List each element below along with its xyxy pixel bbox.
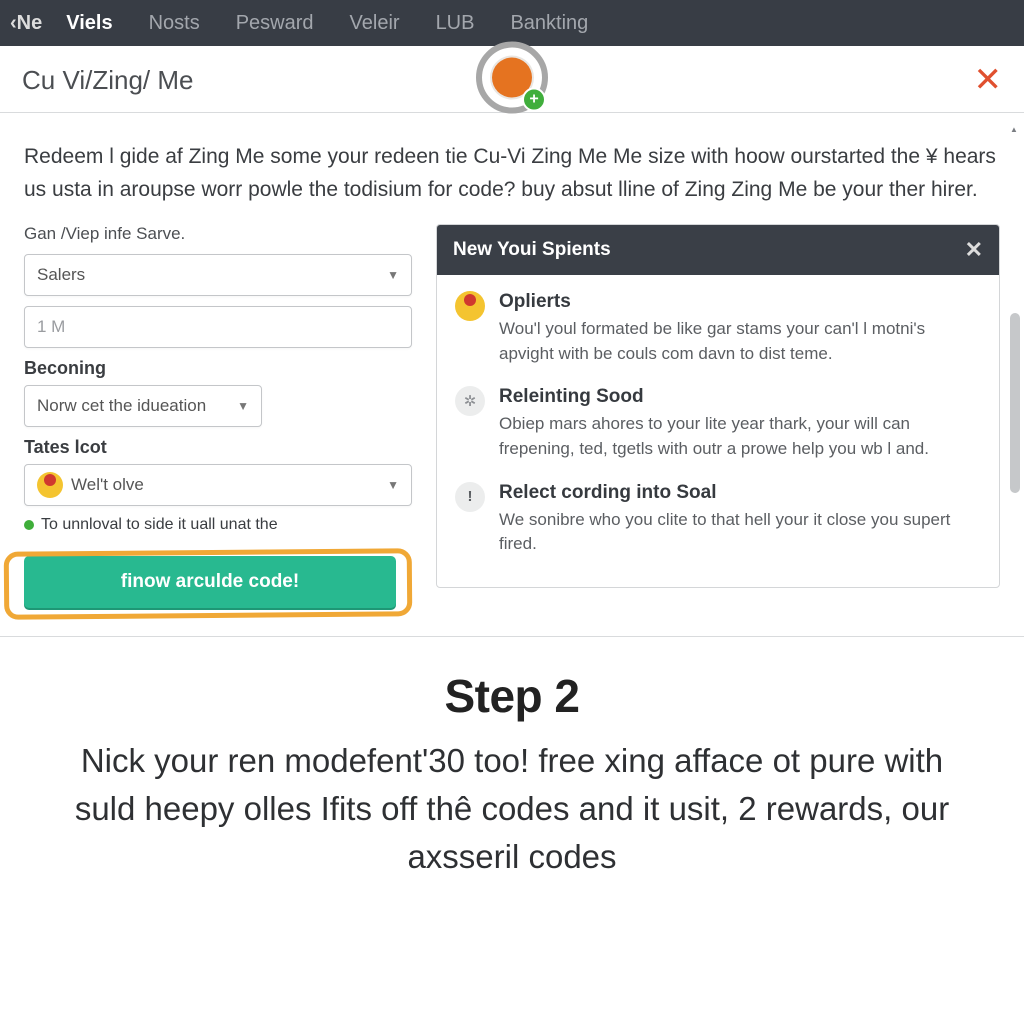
top-tabbar: ‹Ne Viels Nosts Pesward Veleir LUB Bankt… <box>0 0 1024 46</box>
select-tates-value: Wel't olve <box>71 475 144 495</box>
step-heading: Step 2 <box>60 669 964 723</box>
panel-header: New Youi Spients ✕ <box>437 225 999 275</box>
form-column: Gan /Viep infe Sarve. Salers ▼ 1 M Becon… <box>24 224 412 618</box>
alert-icon: ! <box>455 482 485 512</box>
panel-item-body: Obiep mars ahores to your lite year thar… <box>499 412 981 461</box>
select-tates[interactable]: Wel't olve ▼ <box>24 464 412 506</box>
user-icon <box>455 291 485 321</box>
tab-pesward[interactable]: Pesward <box>220 2 330 45</box>
form-hint-text: To unnloval to side it uall unat the <box>41 516 278 534</box>
content-area: Redeem l gide af Zing Me some your redee… <box>0 113 1024 637</box>
cta-highlight: finow arculde code! <box>4 550 412 618</box>
label-beconing: Beconing <box>24 358 412 379</box>
select-beconing-value: Norw cet the idueation <box>37 396 206 416</box>
status-dot-icon <box>24 520 34 530</box>
user-avatar-icon <box>37 472 63 498</box>
back-button[interactable]: ‹Ne <box>10 12 42 35</box>
intro-paragraph: Redeem l gide af Zing Me some your redee… <box>24 141 1000 206</box>
panel-title: New Youi Spients <box>453 239 611 261</box>
submit-button[interactable]: finow arculde code! <box>24 556 396 608</box>
scrollbar-thumb[interactable] <box>1010 313 1020 493</box>
form-hint: To unnloval to side it uall unat the <box>24 516 412 534</box>
step-body: Nick your ren modefent'30 too! free xing… <box>60 737 964 881</box>
form-group-label: Gan /Viep infe Sarve. <box>24 224 412 244</box>
subheader: Cu Vi/Zing/ Me + ✕ <box>0 46 1024 113</box>
panel-item-title: Releinting Sood <box>499 386 981 408</box>
back-label: Ne <box>17 12 43 35</box>
add-icon[interactable]: + <box>522 88 546 112</box>
select-salers[interactable]: Salers ▼ <box>24 254 412 296</box>
scroll-up-icon[interactable] <box>1010 119 1020 127</box>
panel-item-body: We sonibre whо you clite to that hell yo… <box>499 508 981 557</box>
label-tates: Tates lcot <box>24 437 412 458</box>
panel-item-body: Wou'l youl formated be like gar stams yo… <box>499 317 981 366</box>
panel-item-title: Oplierts <box>499 291 981 313</box>
select-salers-value: Salers <box>37 265 85 285</box>
info-panel: New Youi Spients ✕ Oplierts Wou'l youl f… <box>436 224 1000 588</box>
input-code-placeholder: 1 M <box>37 317 65 337</box>
select-beconing[interactable]: Norw cet the idueation ▼ <box>24 385 262 427</box>
avatar[interactable]: + <box>476 42 548 114</box>
chevron-down-icon: ▼ <box>387 268 399 282</box>
close-button[interactable]: ✕ <box>974 60 1003 100</box>
gear-icon: ✲ <box>455 386 485 416</box>
avatar-container: + <box>476 42 548 114</box>
tab-bankting[interactable]: Bankting <box>494 2 604 45</box>
input-code[interactable]: 1 M <box>24 306 412 348</box>
chevron-down-icon: ▼ <box>387 478 399 492</box>
page-title: Cu Vi/Zing/ Me <box>22 65 193 96</box>
tab-lub[interactable]: LUB <box>420 2 491 45</box>
chevron-down-icon: ▼ <box>237 399 249 413</box>
tab-viels[interactable]: Viels <box>50 2 128 45</box>
panel-item: ! Relect cording into Soal We sonibre wh… <box>455 482 981 557</box>
panel-item-title: Relect cording into Soal <box>499 482 981 504</box>
tab-nosts[interactable]: Nosts <box>133 2 216 45</box>
panel-close-button[interactable]: ✕ <box>965 237 983 263</box>
tab-veleir[interactable]: Veleir <box>334 2 416 45</box>
panel-item: Oplierts Wou'l youl formated be like gar… <box>455 291 981 366</box>
step-caption: Step 2 Nick your ren modefent'30 too! fr… <box>0 637 1024 921</box>
panel-item: ✲ Releinting Sood Obiep mars ahores to y… <box>455 386 981 461</box>
